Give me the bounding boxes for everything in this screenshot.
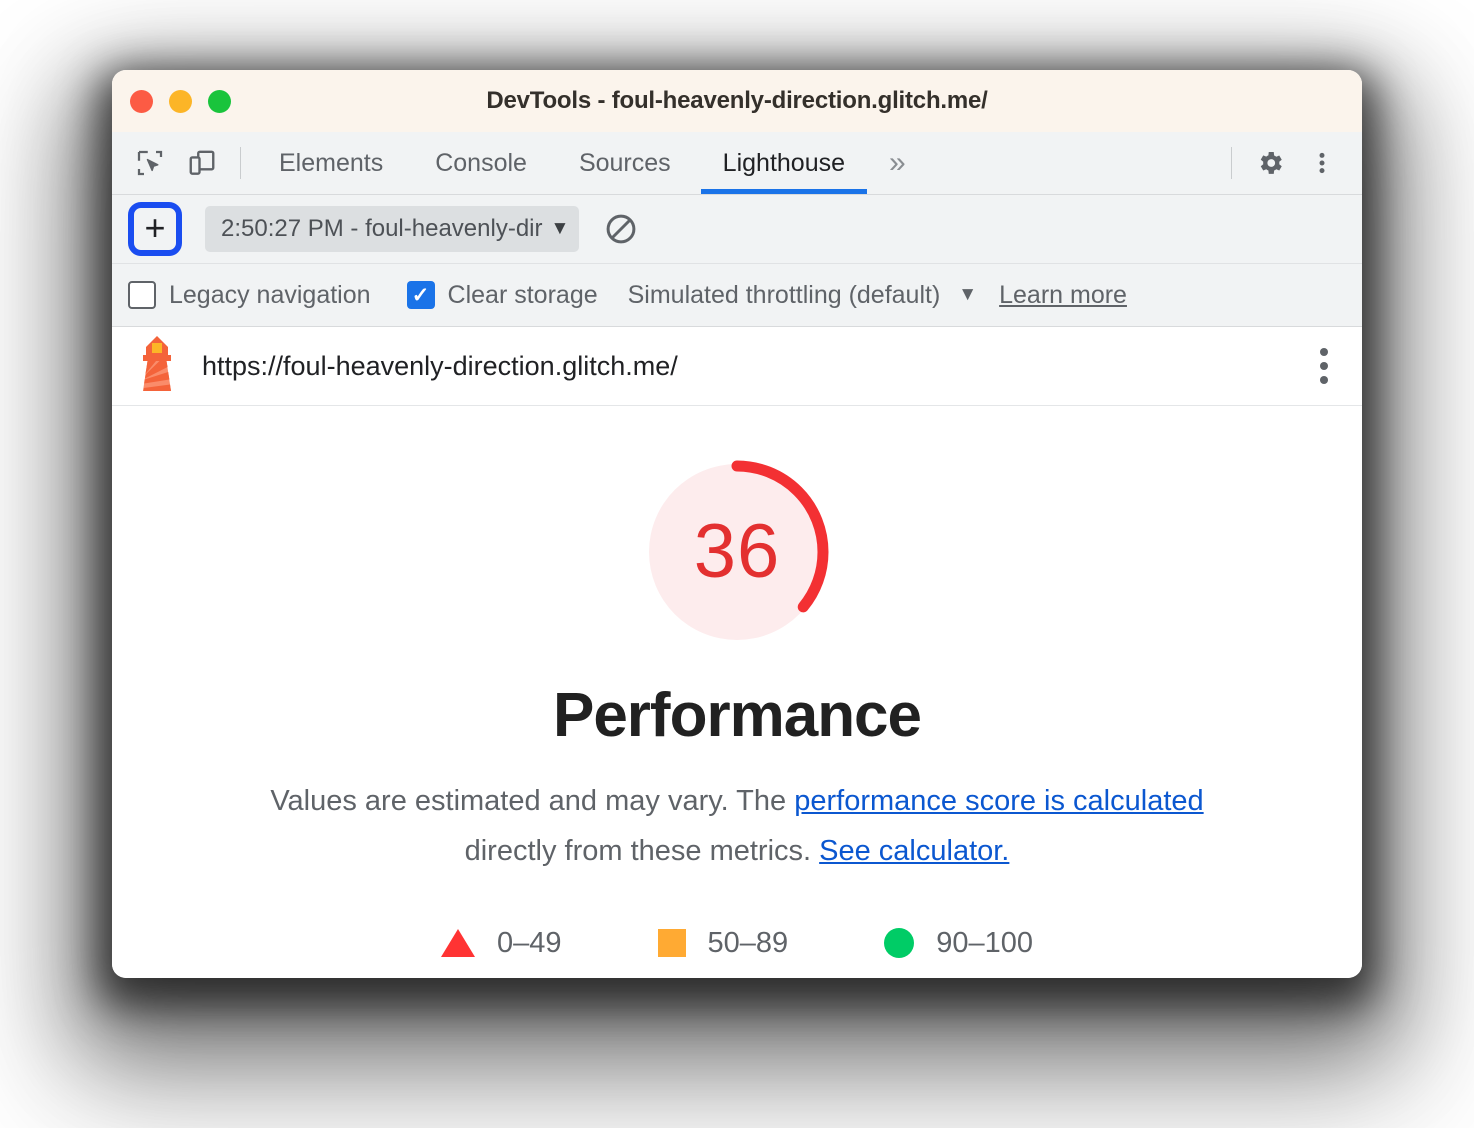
clear-all-reports-button[interactable]	[603, 211, 639, 247]
legend-item-pass: 90–100	[884, 927, 1033, 960]
triangle-icon	[441, 929, 476, 958]
report-url-header: https://foul-heavenly-direction.glitch.m…	[112, 327, 1362, 406]
check-icon: ✓	[411, 283, 430, 307]
minimize-window-button[interactable]	[169, 89, 192, 113]
kebab-dot	[1320, 376, 1328, 384]
tab-sources[interactable]: Sources	[553, 132, 697, 194]
page-title: Performance	[552, 681, 922, 750]
lighthouse-options-row: Legacy navigation ✓ Clear storage Simula…	[112, 264, 1362, 327]
toolbar-divider	[240, 147, 241, 179]
legacy-navigation-label: Legacy navigation	[169, 280, 371, 309]
toolbar-divider	[1231, 147, 1232, 179]
devtools-window: DevTools - foul-heavenly-direction.glitc…	[112, 70, 1362, 978]
tab-elements[interactable]: Elements	[253, 132, 409, 194]
score-legend: 0–49 50–89 90–100	[441, 927, 1033, 960]
lighthouse-icon	[134, 334, 180, 399]
tab-label: Sources	[578, 148, 671, 177]
traffic-light-buttons	[130, 89, 231, 113]
close-window-button[interactable]	[130, 89, 153, 113]
report-kebab-menu-icon[interactable]	[1310, 340, 1338, 392]
square-icon	[657, 929, 686, 958]
tab-label: Elements	[279, 148, 384, 177]
device-toolbar-icon[interactable]	[176, 132, 228, 194]
legend-range: 90–100	[936, 926, 1033, 959]
report-url-text: https://foul-heavenly-direction.glitch.m…	[202, 350, 678, 381]
lighthouse-report-body: 36 Performance Values are estimated and …	[112, 406, 1362, 978]
report-select-value: 2:50:27 PM - foul-heavenly-dir	[221, 215, 543, 242]
legend-item-fail: 0–49	[441, 927, 562, 960]
performance-score-value: 36	[693, 509, 781, 594]
report-select-dropdown[interactable]: 2:50:27 PM - foul-heavenly-dir ▼	[205, 206, 580, 252]
see-calculator-link[interactable]: See calculator.	[819, 835, 1009, 867]
description-middle: directly from these metrics.	[464, 834, 820, 867]
report-description: Values are estimated and may vary. The p…	[247, 777, 1227, 877]
circle-icon	[884, 928, 915, 959]
maximize-window-button[interactable]	[208, 89, 231, 113]
tab-label: Console	[435, 148, 527, 177]
performance-score-calculated-link[interactable]: performance score is calculated	[794, 785, 1203, 817]
tab-label: Lighthouse	[722, 148, 845, 177]
plus-icon: +	[144, 206, 166, 248]
gear-icon[interactable]	[1244, 132, 1296, 194]
kebab-dot	[1320, 362, 1328, 370]
tab-list: Elements Console Sources Lighthouse	[253, 132, 871, 194]
checkbox-box: ✓	[406, 281, 435, 309]
performance-score-gauge: 36	[637, 452, 837, 652]
legend-range: 50–89	[707, 926, 789, 959]
checkbox-box	[128, 281, 156, 309]
add-report-button[interactable]: +	[128, 202, 182, 256]
main-menu-kebab-icon[interactable]	[1296, 132, 1348, 194]
learn-more-link[interactable]: Learn more	[999, 281, 1127, 310]
tab-strip-left-icons	[112, 132, 253, 194]
window-title: DevTools - foul-heavenly-direction.glitc…	[486, 87, 988, 114]
lighthouse-run-toolbar: + 2:50:27 PM - foul-heavenly-dir ▼	[112, 195, 1362, 264]
chevron-double-right-glyph: »	[889, 146, 906, 179]
devtools-tab-strip: Elements Console Sources Lighthouse »	[112, 132, 1362, 195]
legacy-navigation-checkbox[interactable]: Legacy navigation	[128, 281, 371, 310]
clear-storage-label: Clear storage	[447, 280, 598, 309]
window-title-bar: DevTools - foul-heavenly-direction.glitc…	[112, 70, 1362, 132]
tab-console[interactable]: Console	[409, 132, 553, 194]
chevron-down-icon: ▼	[958, 284, 978, 305]
inspect-element-icon[interactable]	[124, 132, 176, 194]
tab-strip-right-icons	[1219, 132, 1362, 194]
tab-lighthouse[interactable]: Lighthouse	[697, 132, 871, 194]
kebab-dot	[1320, 348, 1328, 356]
clear-storage-checkbox[interactable]: ✓ Clear storage	[406, 280, 598, 310]
throttling-label: Simulated throttling (default)	[627, 280, 941, 309]
chevron-down-icon: ▼	[550, 218, 570, 239]
more-tabs-icon[interactable]: »	[871, 132, 924, 194]
legend-item-average: 50–89	[657, 926, 789, 960]
description-prefix: Values are estimated and may vary. The	[270, 785, 795, 817]
throttling-select[interactable]: Simulated throttling (default) ▼	[628, 281, 977, 310]
legend-range: 0–49	[497, 926, 562, 959]
